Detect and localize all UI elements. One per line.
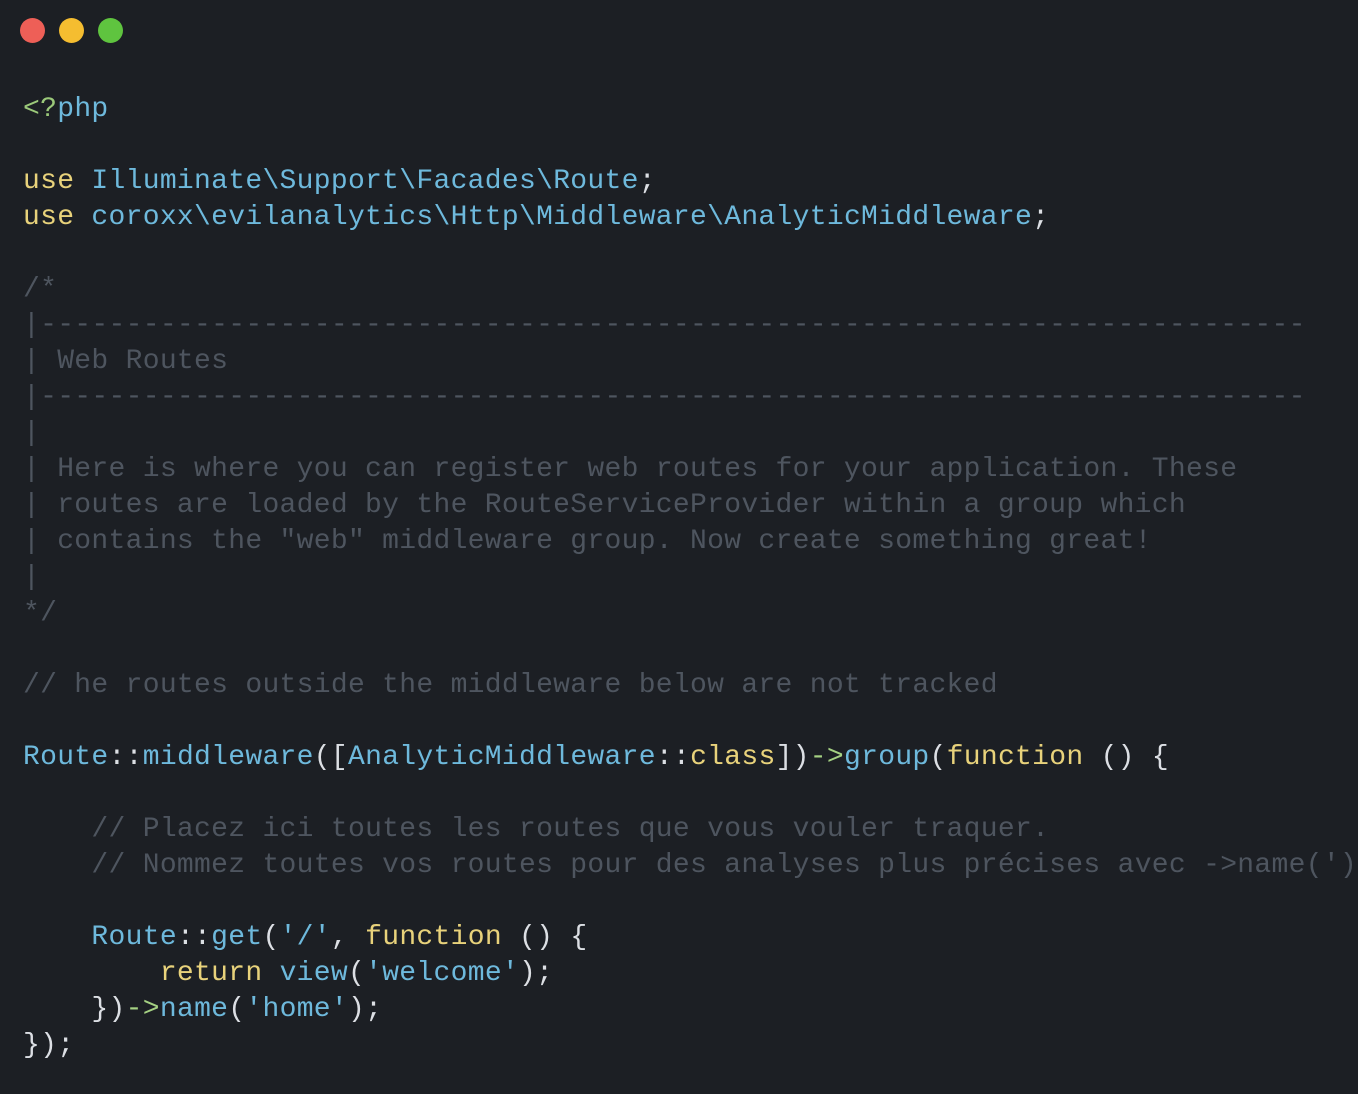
- code-token: ->: [125, 994, 160, 1025]
- code-token: });: [23, 1030, 75, 1061]
- code-token: '/': [279, 922, 331, 953]
- minimize-button[interactable]: [59, 18, 84, 43]
- code-token: ;: [1032, 202, 1050, 233]
- code-token: // he routes outside the middleware belo…: [23, 670, 998, 701]
- code-token: ]): [775, 742, 810, 773]
- code-token: class: [690, 742, 776, 773]
- code-token: middleware: [142, 742, 314, 773]
- code-token: Route: [91, 922, 177, 953]
- code-block: <?php use Illuminate\Support\Facades\Rou…: [23, 92, 1357, 1064]
- code-token: ([: [313, 742, 348, 773]
- code-line: |---------------------------------------…: [23, 380, 1357, 416]
- code-line: Route::middleware([AnalyticMiddleware::c…: [23, 740, 1357, 776]
- code-line: */: [23, 596, 1357, 632]
- code-token: AnalyticMiddleware: [347, 742, 656, 773]
- code-line: | Web Routes: [23, 344, 1357, 380]
- code-token: ::: [655, 742, 691, 773]
- code-line: | contains the "web" middleware group. N…: [23, 524, 1357, 560]
- code-token: // Nommez toutes vos routes pour des ana…: [91, 850, 1358, 881]
- code-token: function: [365, 922, 502, 953]
- code-line: use coroxx\evilanalytics\Http\Middleware…: [23, 200, 1357, 236]
- code-line: |: [23, 416, 1357, 452]
- code-token: Illuminate\Support\Facades\Route: [91, 166, 639, 197]
- code-token: group: [844, 742, 930, 773]
- code-token: get: [211, 922, 263, 953]
- code-token: |---------------------------------------…: [23, 382, 1306, 413]
- code-line: use Illuminate\Support\Facades\Route;: [23, 164, 1357, 200]
- code-line: |: [23, 560, 1357, 596]
- code-token: (: [262, 922, 280, 953]
- code-token: ::: [176, 922, 212, 953]
- code-token: /*: [23, 274, 58, 305]
- code-token: return: [159, 958, 263, 989]
- code-token: coroxx\evilanalytics\Http\Middleware\Ana…: [91, 202, 1033, 233]
- code-token: | Web Routes: [23, 346, 229, 377]
- code-line: // Placez ici toutes les routes que vous…: [23, 812, 1357, 848]
- code-token: );: [519, 958, 554, 989]
- code-token: |---------------------------------------…: [23, 310, 1306, 341]
- code-window: <?php use Illuminate\Support\Facades\Rou…: [0, 0, 1358, 1094]
- code-token: );: [348, 994, 383, 1025]
- code-token: () {: [501, 922, 588, 953]
- code-token: */: [23, 598, 58, 629]
- code-token: () {: [1083, 742, 1169, 773]
- code-token: name: [159, 994, 229, 1025]
- code-token: <?: [23, 94, 58, 125]
- code-token: function: [946, 742, 1084, 773]
- window-controls: [20, 18, 123, 43]
- code-token: (: [228, 994, 246, 1025]
- code-token: |: [23, 418, 41, 449]
- code-token: use: [23, 202, 75, 233]
- code-token: ,: [330, 922, 366, 953]
- maximize-button[interactable]: [98, 18, 123, 43]
- code-line: Route::get('/', function () {: [23, 920, 1357, 956]
- code-token: |: [23, 562, 41, 593]
- code-token: use: [23, 166, 75, 197]
- code-token: ::: [108, 742, 143, 773]
- code-token: 'welcome': [365, 958, 520, 989]
- code-token: Route: [23, 742, 109, 773]
- code-line: /*: [23, 272, 1357, 308]
- code-line: // Nommez toutes vos routes pour des ana…: [23, 848, 1357, 884]
- close-button[interactable]: [20, 18, 45, 43]
- code-token: ->: [809, 742, 845, 773]
- code-token: | contains the "web" middleware group. N…: [23, 526, 1152, 557]
- code-token: php: [57, 94, 109, 125]
- code-token: }): [91, 994, 126, 1025]
- code-token: | routes are loaded by the RouteServiceP…: [23, 490, 1186, 521]
- code-token: view: [279, 958, 348, 989]
- code-line: <?php: [23, 92, 1357, 128]
- code-line: return view('welcome');: [23, 956, 1357, 992]
- code-line: });: [23, 1028, 1357, 1064]
- code-line: })->name('home');: [23, 992, 1357, 1028]
- code-line: // he routes outside the middleware belo…: [23, 668, 1357, 704]
- code-token: // Placez ici toutes les routes que vous…: [91, 814, 1050, 845]
- code-token: (: [929, 742, 947, 773]
- code-token: 'home': [245, 994, 349, 1025]
- code-token: (: [347, 958, 366, 989]
- code-token: ;: [638, 166, 656, 197]
- code-line: | Here is where you can register web rou…: [23, 452, 1357, 488]
- code-token: | Here is where you can register web rou…: [23, 454, 1238, 485]
- code-line: | routes are loaded by the RouteServiceP…: [23, 488, 1357, 524]
- code-line: |---------------------------------------…: [23, 308, 1357, 344]
